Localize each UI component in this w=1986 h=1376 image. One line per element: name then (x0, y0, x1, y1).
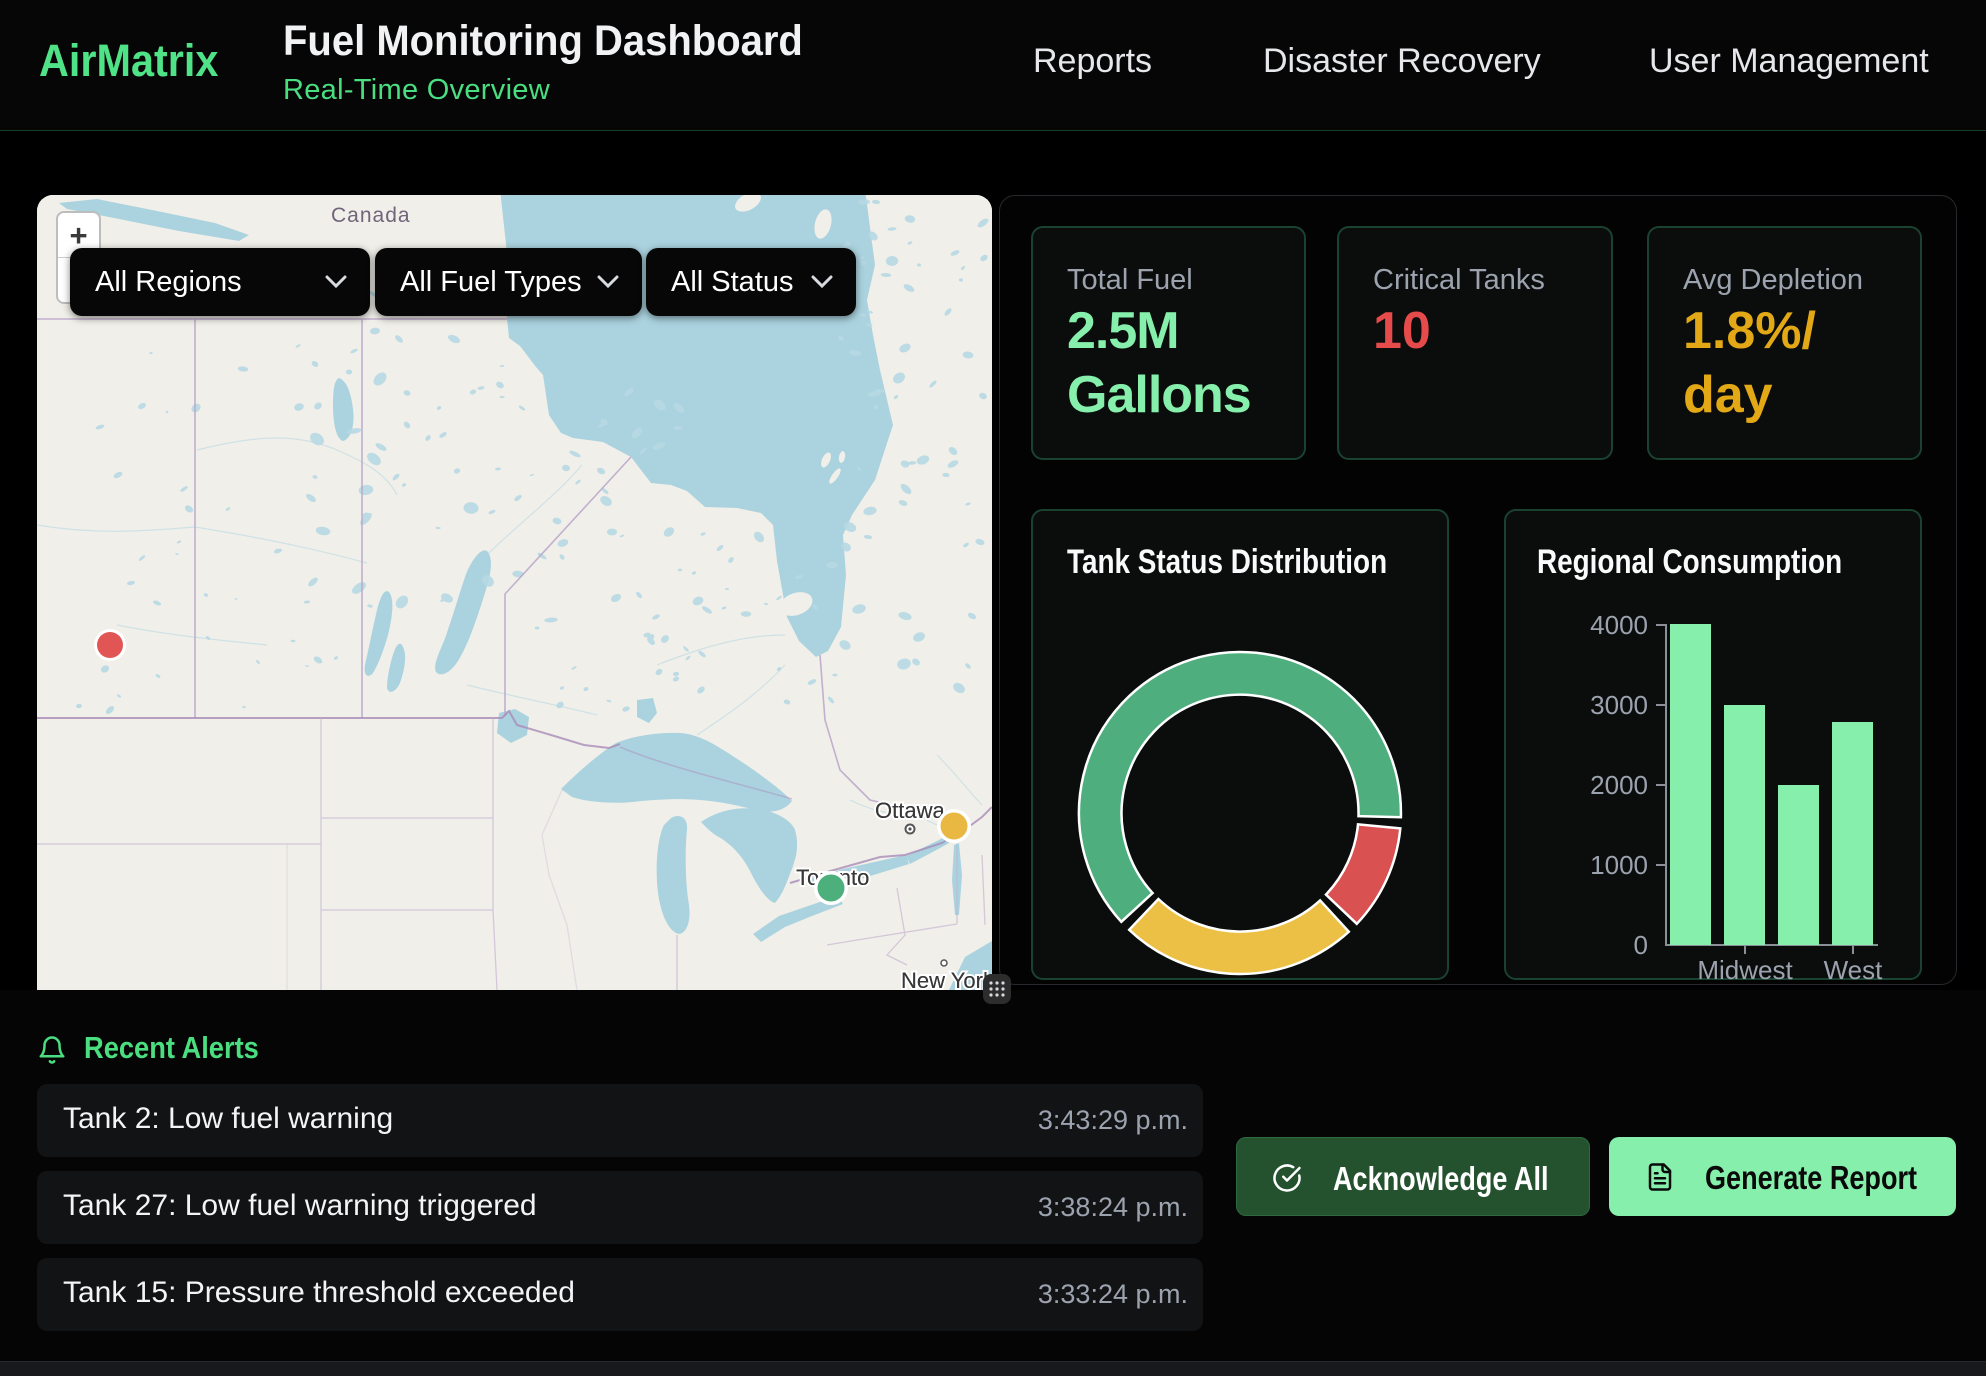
svg-text:Canada: Canada (331, 204, 411, 227)
svg-text:1000: 1000 (1590, 850, 1648, 880)
svg-text:New York: New York (901, 968, 992, 990)
svg-text:Ottawa: Ottawa (875, 798, 945, 823)
svg-text:Midwest: Midwest (1697, 955, 1793, 985)
svg-text:0: 0 (1634, 930, 1648, 960)
svg-text:West: West (1824, 955, 1884, 985)
svg-text:2000: 2000 (1590, 770, 1648, 800)
svg-text:4000: 4000 (1590, 610, 1648, 640)
svg-text:3000: 3000 (1590, 690, 1648, 720)
